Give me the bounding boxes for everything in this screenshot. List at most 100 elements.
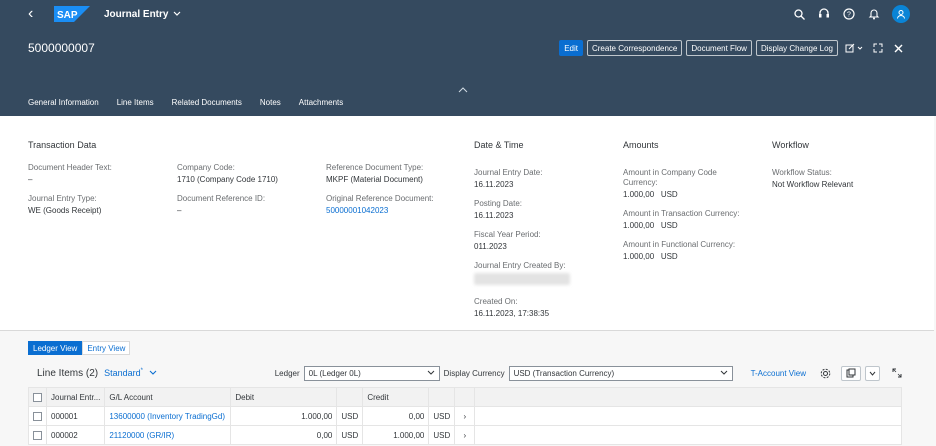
debit-currency-cell: USD — [336, 425, 364, 445]
chevron-down-icon — [149, 368, 157, 378]
document-flow-button[interactable]: Document Flow — [686, 40, 752, 56]
sap-logo[interactable]: SAP — [54, 6, 90, 22]
table-row[interactable]: 000001 13600000 (Inventory TradingGd) 1.… — [28, 406, 902, 426]
workflow-title: Workflow — [772, 140, 809, 150]
column-header-debit[interactable]: Debit — [230, 387, 338, 407]
document-header-text-value: – — [28, 175, 33, 184]
search-icon[interactable] — [792, 7, 806, 21]
amounts-title: Amounts — [623, 140, 659, 150]
entry-view-button[interactable]: Entry View — [82, 341, 131, 355]
workflow-column: Workflow Workflow Status: Not Workflow R… — [772, 140, 912, 199]
tab-related-documents[interactable]: Related Documents — [172, 98, 242, 118]
display-change-log-button[interactable]: Display Change Log — [755, 40, 838, 56]
ledger-select[interactable]: 0L (Ledger 0L) — [303, 365, 440, 381]
export-menu-button[interactable] — [865, 365, 880, 381]
posting-date-value: 16.11.2023 — [474, 211, 514, 220]
chevron-down-icon — [720, 369, 728, 378]
original-reference-document-link[interactable]: 50000001042023 — [326, 206, 466, 216]
select-all-checkbox[interactable] — [33, 392, 42, 402]
original-reference-document-label: Original Reference Document: — [326, 194, 434, 203]
object-title: 5000000007 — [28, 41, 95, 55]
row-filler-cell — [474, 425, 902, 445]
tab-bar: General Information Line Items Related D… — [28, 98, 343, 118]
chevron-down-icon — [173, 9, 181, 20]
line-items-title: Line Items (2) — [37, 367, 99, 379]
shell-bar: ‹ SAP Journal Entry ? — [0, 0, 936, 28]
row-checkbox[interactable] — [33, 430, 42, 440]
edit-button[interactable]: Edit — [559, 40, 583, 56]
transaction-currency-unit: USD — [660, 221, 678, 230]
gl-account-link[interactable]: 21120000 (GR/IR) — [104, 425, 232, 445]
company-code-currency-label: Amount in Company Code Currency: — [623, 168, 717, 187]
row-select-cell — [28, 425, 47, 445]
create-correspondence-button[interactable]: Create Correspondence — [586, 40, 683, 56]
credit-cell: 0,00 — [362, 406, 430, 426]
table-row[interactable]: 000002 21120000 (GR/IR) 0,00 USD 1.000,0… — [28, 425, 902, 445]
gl-account-link[interactable]: 13600000 (Inventory TradingGd) — [104, 406, 232, 426]
ledger-view-button[interactable]: Ledger View — [28, 341, 83, 355]
column-header-navigation — [454, 387, 476, 407]
share-icon[interactable] — [842, 40, 866, 56]
back-icon[interactable]: ‹ — [28, 6, 50, 22]
ledger-select-value: 0L (Ledger 0L) — [308, 368, 361, 378]
settings-gear-icon[interactable] — [820, 368, 831, 379]
variant-selector[interactable]: Standard* — [104, 368, 157, 378]
reference-document-type-label: Reference Document Type: — [326, 163, 424, 172]
chevron-right-icon[interactable]: › — [454, 425, 476, 445]
transaction-col-1: Document Header Text: – Journal Entry Ty… — [28, 163, 168, 225]
chevron-down-icon — [427, 369, 435, 378]
workflow-status-value: Not Workflow Relevant — [772, 180, 854, 189]
document-reference-id-value: – — [177, 206, 182, 215]
created-on-value: 16.11.2023, 17:38:35 — [474, 309, 550, 318]
fullscreen-icon[interactable] — [870, 40, 886, 56]
transaction-col-3: Reference Document Type: MKPF (Material … — [326, 163, 466, 225]
headset-icon[interactable] — [817, 7, 831, 21]
help-icon[interactable]: ? — [842, 7, 856, 21]
journal-entry-item-cell: 000001 — [45, 406, 106, 426]
tab-attachments[interactable]: Attachments — [299, 98, 343, 118]
column-header-debit-currency — [336, 387, 364, 407]
column-header-gl-account[interactable]: G/L Account — [104, 387, 232, 407]
close-icon[interactable] — [890, 40, 906, 56]
document-header-text-label: Document Header Text: — [28, 163, 112, 172]
tab-general-information[interactable]: General Information — [28, 98, 99, 118]
export-icon — [846, 368, 856, 378]
chevron-right-icon[interactable]: › — [454, 406, 476, 426]
svg-text:?: ? — [847, 12, 851, 19]
debit-cell: 1.000,00 — [230, 406, 338, 426]
export-button[interactable] — [841, 365, 861, 381]
row-filler-cell — [474, 406, 902, 426]
functional-currency-amount: 1.000,00 USD — [623, 252, 753, 262]
column-header-credit-currency — [428, 387, 456, 407]
chevron-down-icon — [869, 371, 876, 376]
ledger-label: Ledger — [274, 368, 300, 378]
collapse-header-icon[interactable] — [458, 86, 468, 95]
company-code-currency-unit: USD — [660, 190, 678, 199]
app-title[interactable]: Journal Entry — [104, 9, 181, 20]
line-items-table: Journal Entr... G/L Account Debit Credit… — [28, 387, 902, 445]
debit-cell: 0,00 — [230, 425, 338, 445]
document-reference-id-label: Document Reference ID: — [177, 194, 266, 203]
notifications-bell-icon[interactable] — [867, 7, 881, 21]
credit-currency-cell: USD — [428, 406, 456, 426]
display-currency-label: Display Currency — [443, 368, 505, 378]
column-header-credit[interactable]: Credit — [362, 387, 430, 407]
created-by-label: Journal Entry Created By: — [474, 261, 566, 270]
display-currency-value: USD (Transaction Currency) — [513, 368, 615, 378]
reference-document-type-value: MKPF (Material Document) — [326, 175, 423, 184]
column-header-filler — [474, 387, 902, 407]
column-header-journal-entry-item[interactable]: Journal Entr... — [45, 387, 106, 407]
tab-notes[interactable]: Notes — [260, 98, 281, 118]
variant-name: Standard* — [104, 368, 144, 378]
fiscal-year-period-value: 011.2023 — [474, 242, 507, 251]
display-currency-select[interactable]: USD (Transaction Currency) — [508, 365, 733, 381]
t-account-view-link[interactable]: T-Account View — [751, 369, 806, 378]
row-checkbox[interactable] — [33, 411, 42, 421]
tab-line-items[interactable]: Line Items — [117, 98, 154, 118]
journal-entry-item-cell: 000002 — [45, 425, 106, 445]
journal-entry-type-label: Journal Entry Type: — [28, 194, 97, 203]
created-on-label: Created On: — [474, 297, 518, 306]
fullscreen-icon[interactable] — [892, 368, 902, 378]
table-header-row: Journal Entr... G/L Account Debit Credit — [28, 387, 902, 407]
user-avatar[interactable] — [892, 5, 910, 23]
